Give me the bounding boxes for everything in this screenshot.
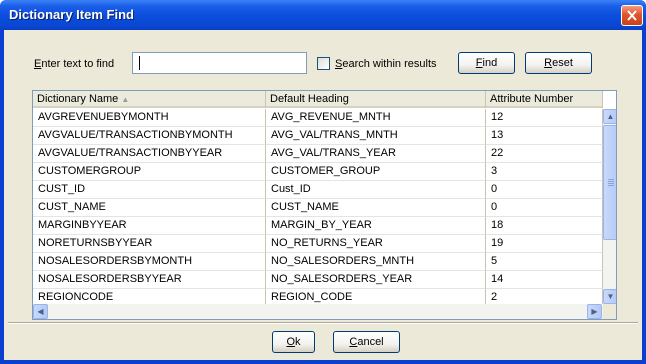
dictionary-name-cell: AVGVALUE/TRANSACTIONBYYEAR (33, 145, 266, 163)
dictionary-name-cell: NOSALESORDERSBYYEAR (33, 271, 266, 289)
cancel-button[interactable]: Cancel (333, 331, 400, 353)
vertical-scroll-thumb[interactable] (603, 125, 616, 240)
scrollbar-corner (603, 304, 616, 319)
default-heading-cell: Cust_ID (266, 181, 486, 199)
attribute-number-cell: 0 (486, 181, 603, 199)
table-row[interactable]: CUSTOMERGROUP CUSTOMER_GROUP 3 (33, 163, 603, 181)
grip-line (608, 183, 614, 184)
search-input[interactable] (132, 52, 307, 74)
attribute-number-cell: 18 (486, 217, 603, 235)
results-table: Dictionary Name ▲ Default Heading Attrib… (32, 90, 617, 320)
dialog-body: Enter text to find Search within results… (4, 30, 642, 360)
column-header-dictionary-name[interactable]: Dictionary Name ▲ (33, 91, 266, 108)
table-row[interactable]: NORETURNSBYYEAR NO_RETURNS_YEAR 19 (33, 235, 603, 253)
horizontal-scrollbar[interactable]: ◀ ▶ (33, 304, 616, 319)
arrow-left-icon: ◀ (37, 307, 44, 316)
default-heading-cell: AVG_VAL/TRANS_MNTH (266, 127, 486, 145)
grip-line (608, 179, 614, 180)
dictionary-name-cell: CUSTOMERGROUP (33, 163, 266, 181)
table-header: Dictionary Name ▲ Default Heading Attrib… (33, 91, 603, 108)
footer-divider (8, 322, 638, 324)
title-bar[interactable]: Dictionary Item Find (0, 0, 646, 30)
column-header-attribute-number[interactable]: Attribute Number (486, 91, 603, 108)
default-heading-cell: CUST_NAME (266, 199, 486, 217)
arrow-right-icon: ▶ (591, 307, 598, 316)
arrow-down-icon: ▼ (606, 292, 615, 301)
table-row[interactable]: MARGINBYYEAR MARGIN_BY_YEAR 18 (33, 217, 603, 235)
attribute-number-cell: 13 (486, 127, 603, 145)
find-button[interactable]: Find (458, 52, 515, 74)
dictionary-name-cell: CUST_NAME (33, 199, 266, 217)
table-row[interactable]: NOSALESORDERSBYMONTH NO_SALESORDERS_MNTH… (33, 253, 603, 271)
vertical-scrollbar[interactable]: ▲ ▼ (603, 109, 616, 304)
table-row[interactable]: NOSALESORDERSBYYEAR NO_SALESORDERS_YEAR … (33, 271, 603, 289)
sort-ascending-icon: ▲ (121, 95, 130, 104)
table-row[interactable]: AVGVALUE/TRANSACTIONBYMONTH AVG_VAL/TRAN… (33, 127, 603, 145)
window-frame-bottom (0, 360, 646, 364)
scroll-right-button[interactable]: ▶ (587, 304, 602, 319)
table-row[interactable]: AVGREVENUEBYMONTH AVG_REVENUE_MNTH 12 (33, 109, 603, 127)
dictionary-name-cell: NORETURNSBYYEAR (33, 235, 266, 253)
window-title: Dictionary Item Find (9, 7, 134, 22)
attribute-number-cell: 19 (486, 235, 603, 253)
default-heading-cell: AVG_REVENUE_MNTH (266, 109, 486, 127)
arrow-up-icon: ▲ (606, 112, 615, 121)
dictionary-name-cell: NOSALESORDERSBYMONTH (33, 253, 266, 271)
reset-button[interactable]: Reset (525, 52, 592, 74)
scroll-left-button[interactable]: ◀ (33, 304, 48, 319)
default-heading-cell: NO_SALESORDERS_YEAR (266, 271, 486, 289)
default-heading-cell: NO_SALESORDERS_MNTH (266, 253, 486, 271)
table-row[interactable]: CUST_NAME CUST_NAME 0 (33, 199, 603, 217)
attribute-number-cell: 22 (486, 145, 603, 163)
dictionary-name-cell: AVGVALUE/TRANSACTIONBYMONTH (33, 127, 266, 145)
attribute-number-cell: 14 (486, 271, 603, 289)
scroll-up-button[interactable]: ▲ (603, 109, 616, 124)
dialog-window: Dictionary Item Find Enter text to find … (0, 0, 646, 364)
column-header-default-heading[interactable]: Default Heading (266, 91, 486, 108)
search-within-results-label[interactable]: Search within results (335, 58, 437, 70)
horizontal-scroll-track[interactable] (49, 304, 587, 319)
default-heading-cell: MARGIN_BY_YEAR (266, 217, 486, 235)
text-caret (139, 56, 140, 70)
ok-button[interactable]: Ok (272, 331, 315, 353)
scroll-down-button[interactable]: ▼ (603, 289, 616, 304)
close-icon (627, 10, 637, 21)
find-label: Enter text to find (34, 58, 115, 70)
dictionary-name-cell: MARGINBYYEAR (33, 217, 266, 235)
attribute-number-cell: 3 (486, 163, 603, 181)
close-button[interactable] (621, 5, 643, 26)
attribute-number-cell: 0 (486, 199, 603, 217)
default-heading-cell: AVG_VAL/TRANS_YEAR (266, 145, 486, 163)
table-row[interactable]: CUST_ID Cust_ID 0 (33, 181, 603, 199)
dictionary-name-cell: AVGREVENUEBYMONTH (33, 109, 266, 127)
grip-line (608, 185, 614, 186)
grip-line (608, 181, 614, 182)
table-row[interactable]: AVGVALUE/TRANSACTIONBYYEAR AVG_VAL/TRANS… (33, 145, 603, 163)
default-heading-cell: CUSTOMER_GROUP (266, 163, 486, 181)
search-within-results-checkbox[interactable] (317, 57, 330, 70)
default-heading-cell: NO_RETURNS_YEAR (266, 235, 486, 253)
attribute-number-cell: 12 (486, 109, 603, 127)
attribute-number-cell: 5 (486, 253, 603, 271)
dictionary-name-cell: CUST_ID (33, 181, 266, 199)
